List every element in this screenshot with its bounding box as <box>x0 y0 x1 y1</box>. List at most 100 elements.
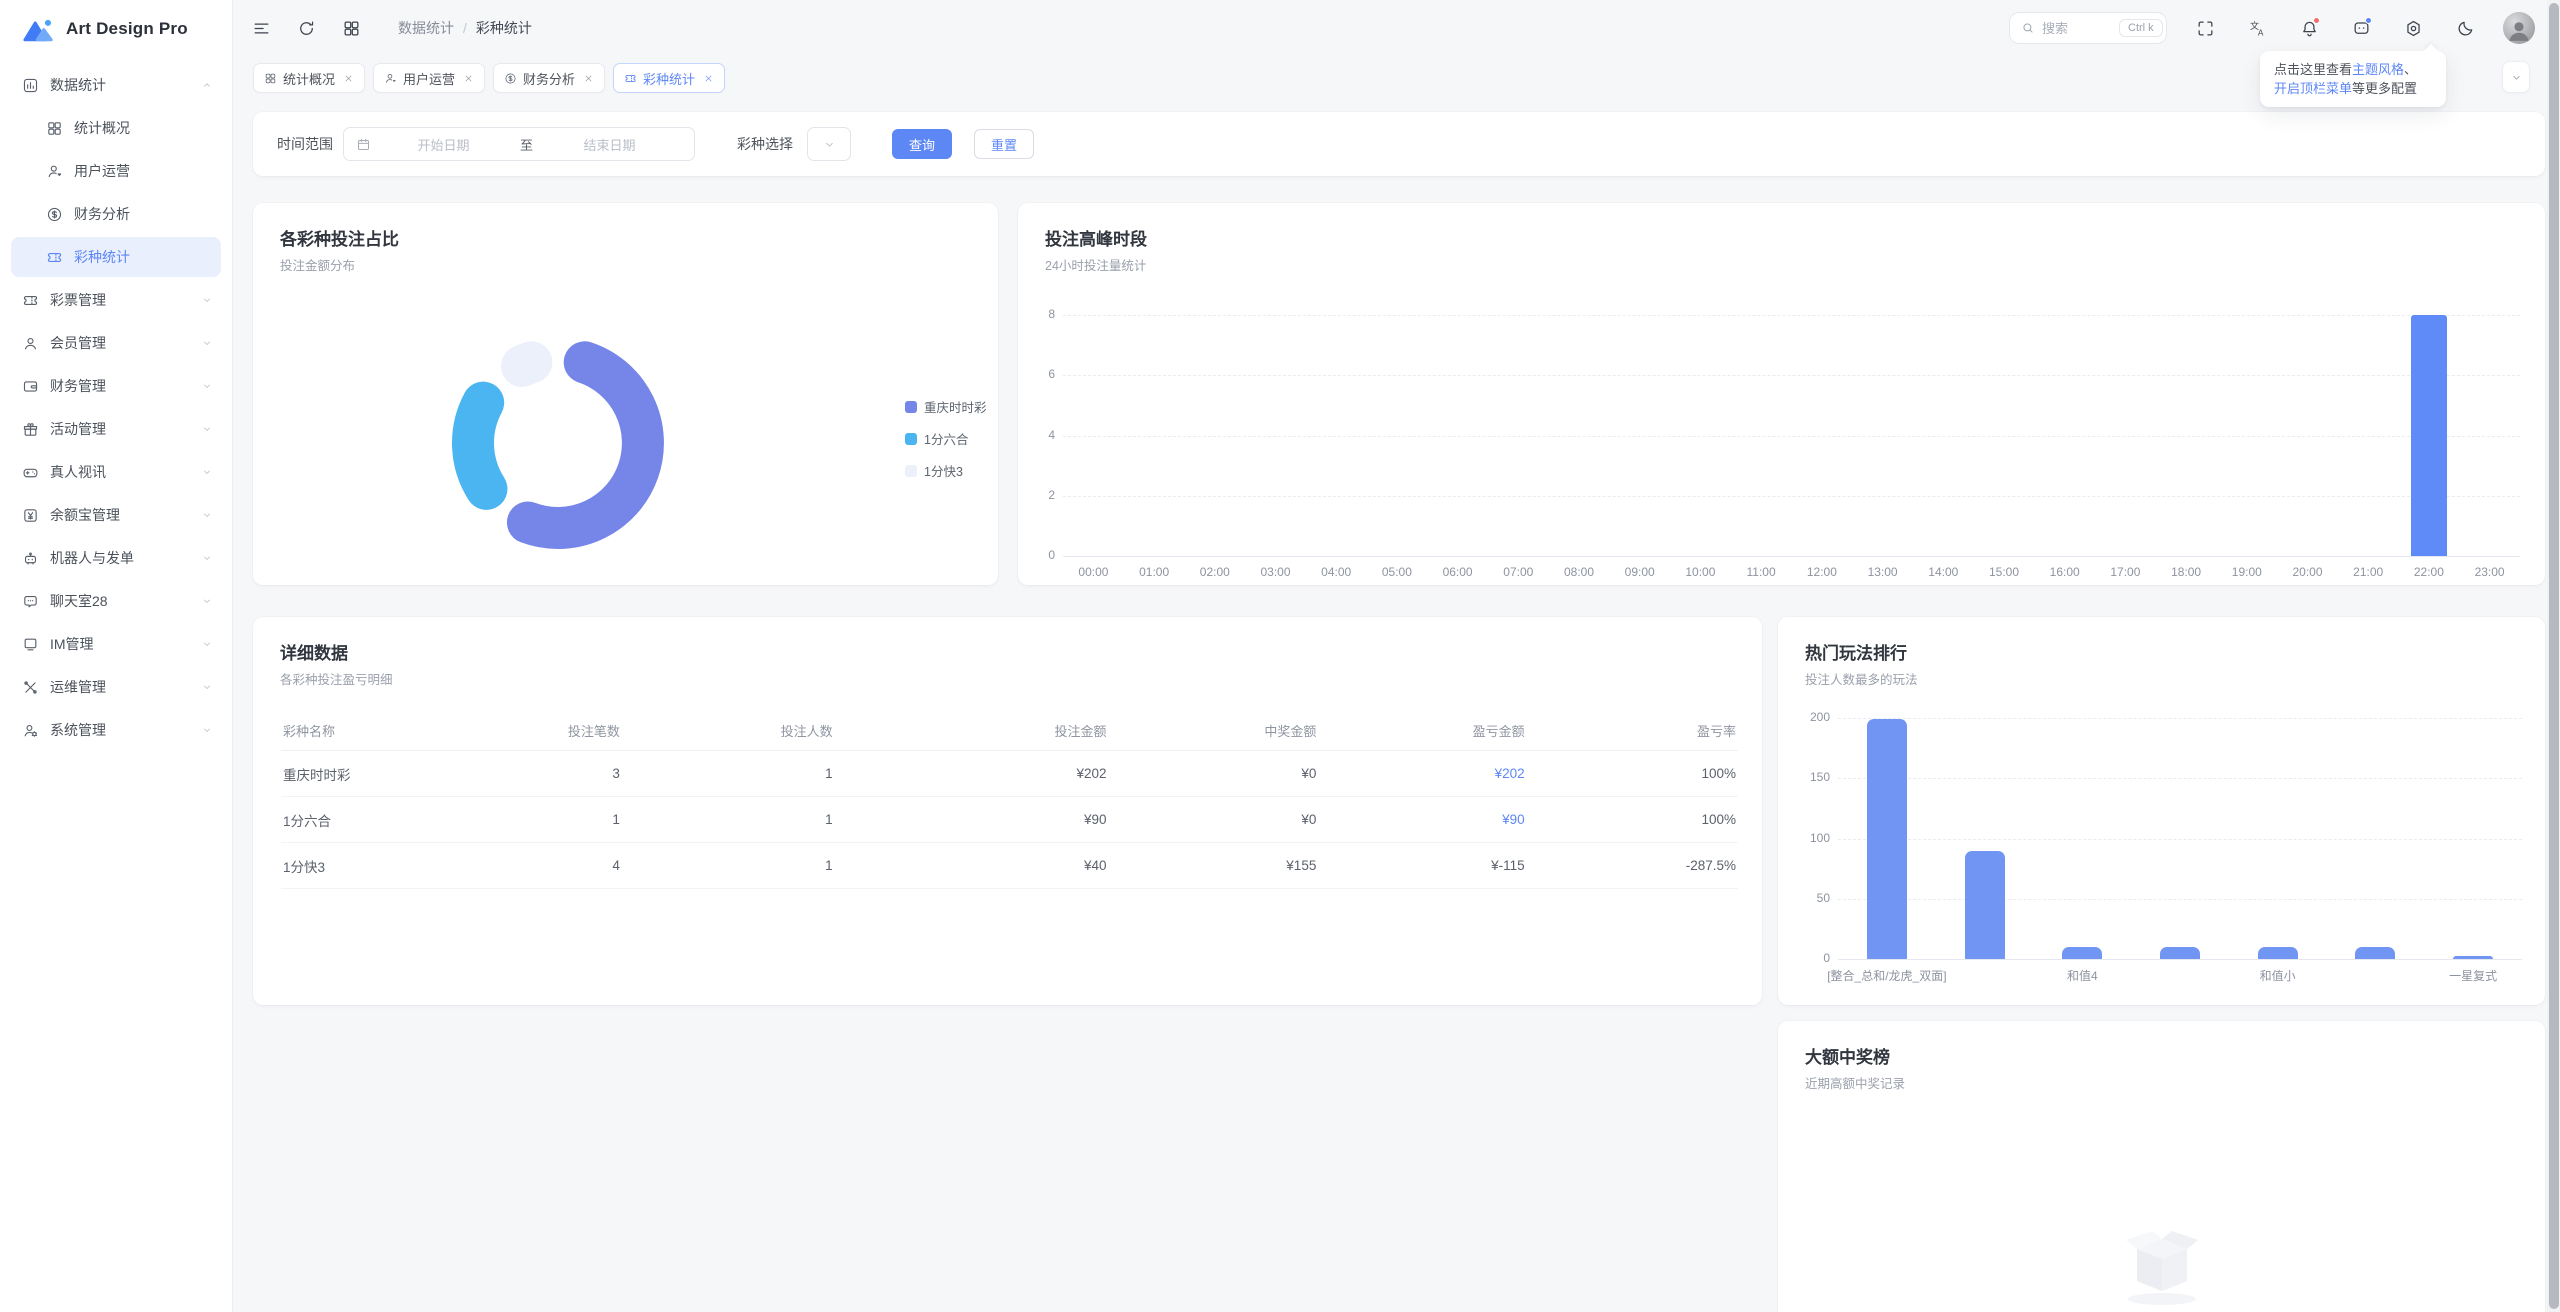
refresh-button[interactable] <box>292 14 320 42</box>
legend-swatch <box>905 401 917 413</box>
sidebar-item[interactable]: 系统管理 <box>11 710 221 750</box>
fullscreen-button[interactable] <box>2191 14 2219 42</box>
search-input[interactable] <box>2042 21 2112 36</box>
topbar: 数据统计 / 彩种统计 Ctrl k 文A <box>233 0 2560 56</box>
tab-close-icon[interactable] <box>703 73 714 84</box>
sidebar-item-label: 余额宝管理 <box>50 505 120 525</box>
sidebar-item[interactable]: 余额宝管理 <box>11 495 221 535</box>
y-tick-label: 6 <box>1013 367 1055 381</box>
donut-chart <box>428 313 688 573</box>
detail-table-wrap: 彩种名称投注笔数投注人数投注金额中奖金额盈亏金额盈亏率 重庆时时彩31¥202¥… <box>281 712 1738 889</box>
profit-amount-link[interactable]: ¥90 <box>1502 812 1525 827</box>
sidebar-subitem[interactable]: 彩种统计 <box>11 237 221 277</box>
content: 时间范围 开始日期 至 结束日期 彩种选择 查询 重置 各彩种投注占比 投注金额… <box>233 0 2560 1312</box>
grid-line <box>1838 778 2522 779</box>
date-range-input[interactable]: 开始日期 至 结束日期 <box>343 127 695 161</box>
lottery-select[interactable] <box>807 127 851 161</box>
fullscreen-icon <box>2196 19 2215 38</box>
chevron-down-icon <box>201 380 213 392</box>
sidebar-item[interactable]: 聊天室28 <box>11 581 221 621</box>
menu-toggle-button[interactable] <box>247 14 275 42</box>
ticket-icon <box>46 249 63 266</box>
tooltip-line1: 点击这里查看主题风格、 <box>2274 60 2432 79</box>
tab-chip[interactable]: 财务分析 <box>493 63 605 93</box>
tab-label: 财务分析 <box>523 69 575 88</box>
chevron-down-icon <box>823 138 836 151</box>
tab-close-icon[interactable] <box>463 73 474 84</box>
table-cell: ¥90 <box>1318 797 1526 843</box>
card-title: 大额中奖榜 <box>1805 1043 1890 1068</box>
global-search[interactable]: Ctrl k <box>2009 12 2167 44</box>
tab-chip[interactable]: 用户运营 <box>373 63 485 93</box>
table-column-header: 盈亏金额 <box>1318 712 1526 751</box>
sidebar-item[interactable]: 真人视讯 <box>11 452 221 492</box>
messages-button[interactable] <box>2347 14 2375 42</box>
sidebar-item[interactable]: 会员管理 <box>11 323 221 363</box>
lottery-select-label: 彩种选择 <box>737 134 793 154</box>
tab-chip[interactable]: 统计概况 <box>253 63 365 93</box>
apps-button[interactable] <box>337 14 365 42</box>
theme-style-link[interactable]: 主题风格 <box>2352 62 2404 77</box>
search-icon <box>2021 21 2035 35</box>
sidebar: Art Design Pro 数据统计统计概况用户运营财务分析彩种统计彩票管理会… <box>0 0 233 1312</box>
theme-toggle-button[interactable] <box>2451 14 2479 42</box>
avatar[interactable] <box>2503 12 2535 44</box>
tab-close-icon[interactable] <box>583 73 594 84</box>
table-cell: ¥-115 <box>1318 843 1526 889</box>
y-tick-label: 150 <box>1788 770 1830 784</box>
legend-item[interactable]: 重庆时时彩 <box>905 397 987 416</box>
tooltip-text: 等更多配置 <box>2352 81 2417 96</box>
breadcrumb-current[interactable]: 彩种统计 <box>476 18 532 38</box>
sidebar-item[interactable]: 财务管理 <box>11 366 221 406</box>
settings-button[interactable] <box>2399 14 2427 42</box>
scrollbar-track[interactable] <box>2547 0 2560 1312</box>
legend-item[interactable]: 1分快3 <box>905 461 987 480</box>
ticket-icon <box>624 72 637 85</box>
query-button[interactable]: 查询 <box>892 129 952 159</box>
sidebar-subitem[interactable]: 财务分析 <box>11 194 221 234</box>
translate-button[interactable]: 文A <box>2243 14 2271 42</box>
sidebar-subitem[interactable]: 用户运营 <box>11 151 221 191</box>
notifications-button[interactable] <box>2295 14 2323 42</box>
table-column-header: 彩种名称 <box>281 712 470 751</box>
breadcrumb: 数据统计 / 彩种统计 <box>398 18 532 38</box>
gamepad-icon <box>22 464 39 481</box>
y-tick-label: 0 <box>1013 548 1055 562</box>
tabbar: 统计概况用户运营 财务分析 彩种统计 <box>233 56 2560 100</box>
bar <box>2062 947 2102 959</box>
topbar-menu-link[interactable]: 开启顶栏菜单 <box>2274 81 2352 96</box>
detail-table: 彩种名称投注笔数投注人数投注金额中奖金额盈亏金额盈亏率 重庆时时彩31¥202¥… <box>281 712 1738 889</box>
sidebar-item-label: 财务管理 <box>50 376 106 396</box>
table-column-header: 投注金额 <box>835 712 1109 751</box>
sidebar-item[interactable]: 机器人与发单 <box>11 538 221 578</box>
tab-chip[interactable]: 彩种统计 <box>613 63 725 93</box>
tab-close-icon[interactable] <box>343 73 354 84</box>
grid-line <box>1838 959 2522 960</box>
sidebar-item[interactable]: 运维管理 <box>11 667 221 707</box>
logo[interactable]: Art Design Pro <box>0 0 232 58</box>
sidebar-item[interactable]: IM管理 <box>11 624 221 664</box>
breadcrumb-section[interactable]: 数据统计 <box>398 18 454 38</box>
sidebar-subitem[interactable]: 统计概况 <box>11 108 221 148</box>
breadcrumb-separator: / <box>463 20 467 36</box>
moon-icon <box>2456 19 2475 38</box>
grid-icon <box>46 120 63 137</box>
reset-button[interactable]: 重置 <box>974 129 1034 159</box>
profit-amount-link[interactable]: ¥202 <box>1495 766 1525 781</box>
sidebar-submenu: 统计概况用户运营财务分析彩种统计 <box>11 108 221 277</box>
scrollbar-thumb[interactable] <box>2549 3 2559 1309</box>
sidebar-item[interactable]: 活动管理 <box>11 409 221 449</box>
collapse-button[interactable] <box>2502 61 2530 93</box>
rank-bar-chart: 050100150200[整合_总和/龙虎_双面]和值4和值小一星复式 <box>1778 707 2545 1005</box>
search-shortcut-badge: Ctrl k <box>2119 19 2163 37</box>
peak-hours-card: 投注高峰时段 24小时投注量统计 0246800:0001:0002:0003:… <box>1018 203 2545 585</box>
sidebar-item[interactable]: 彩票管理 <box>11 280 221 320</box>
y-tick-label: 4 <box>1013 428 1055 442</box>
big-winners-card: 大额中奖榜 近期高额中奖记录 <box>1778 1021 2545 1312</box>
sidebar-item-label: 彩票管理 <box>50 290 106 310</box>
legend-item[interactable]: 1分六合 <box>905 429 987 448</box>
settings-icon <box>2404 19 2423 38</box>
table-header-row: 彩种名称投注笔数投注人数投注金额中奖金额盈亏金额盈亏率 <box>281 712 1738 751</box>
sidebar-item[interactable]: 数据统计 <box>11 65 221 105</box>
user-icon <box>22 335 39 352</box>
